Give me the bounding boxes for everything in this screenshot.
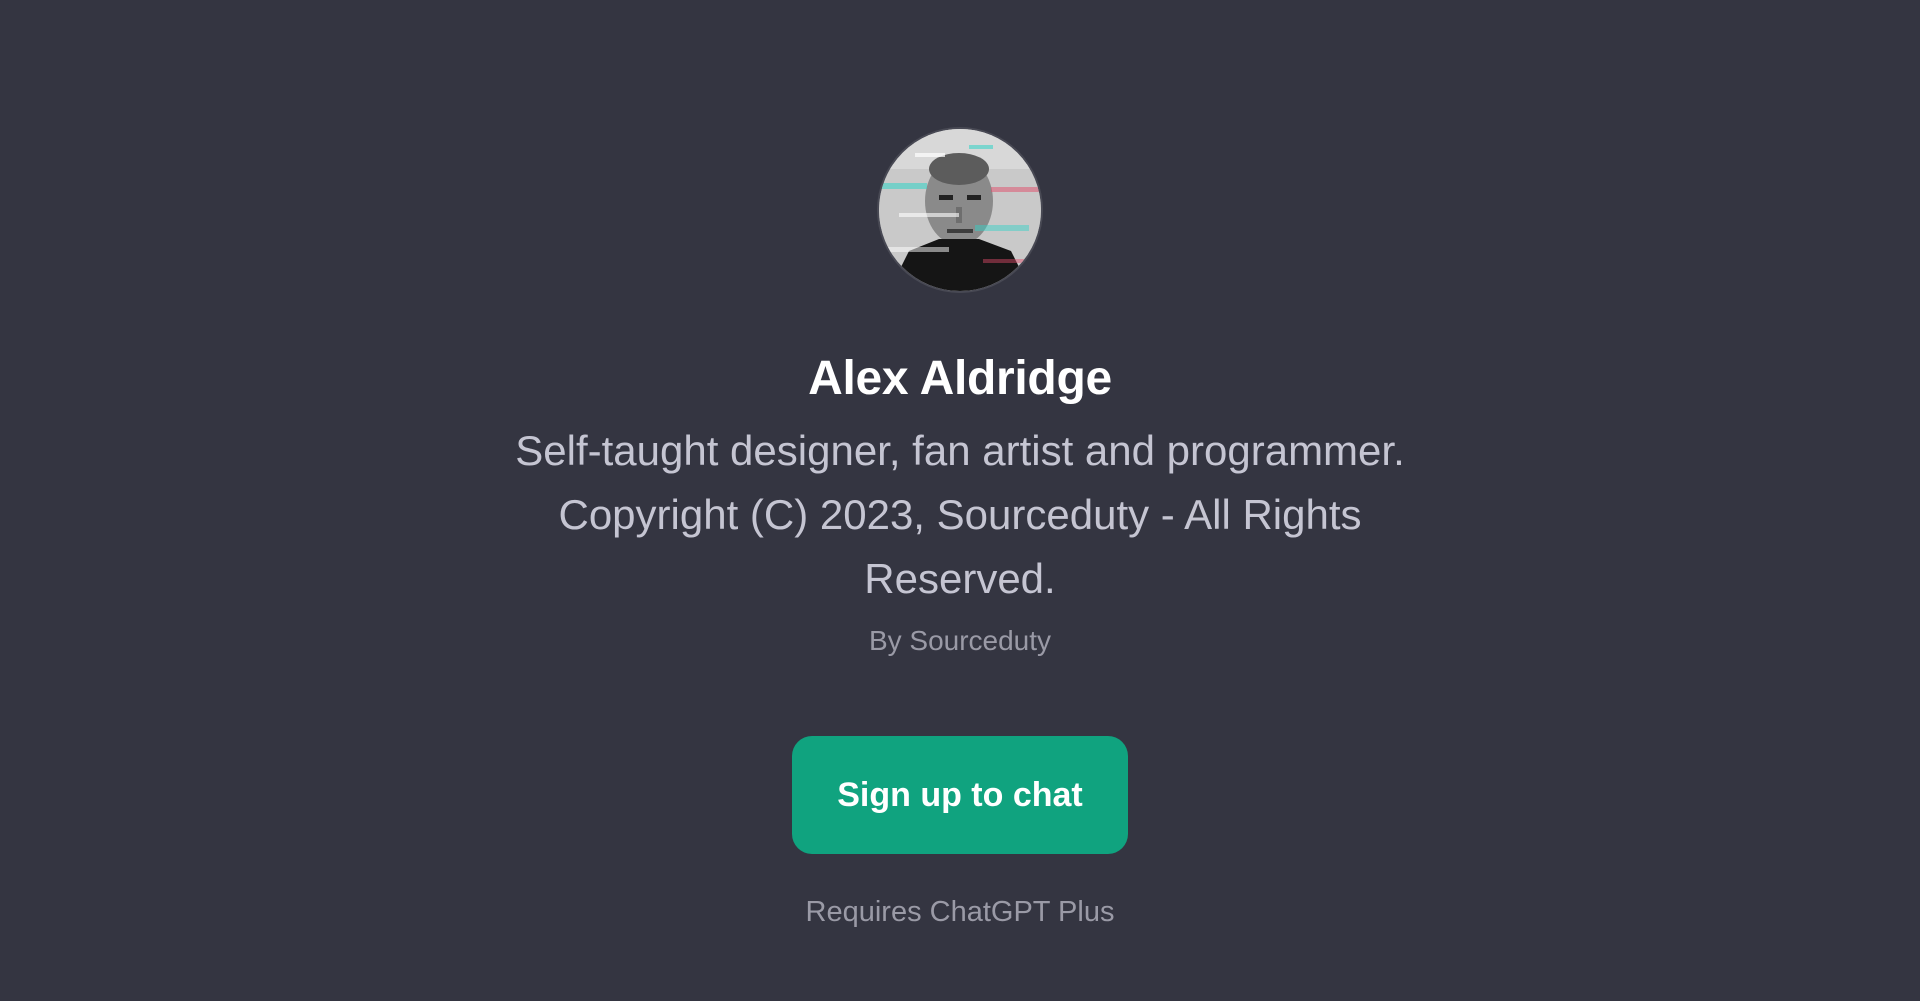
gpt-description: Self-taught designer, fan artist and pro…	[515, 427, 1405, 602]
gpt-title: Alex Aldridge	[808, 352, 1112, 405]
requirement-note: Requires ChatGPT Plus	[805, 896, 1115, 928]
glitch-portrait-avatar-icon	[879, 129, 1041, 291]
sign-up-to-chat-button[interactable]: Sign up to chat	[792, 736, 1128, 854]
gpt-profile-page: Alex Aldridge Self-taught designer, fan …	[0, 0, 1920, 1001]
author-byline: By Sourceduty	[868, 625, 1052, 656]
avatar	[879, 129, 1041, 291]
